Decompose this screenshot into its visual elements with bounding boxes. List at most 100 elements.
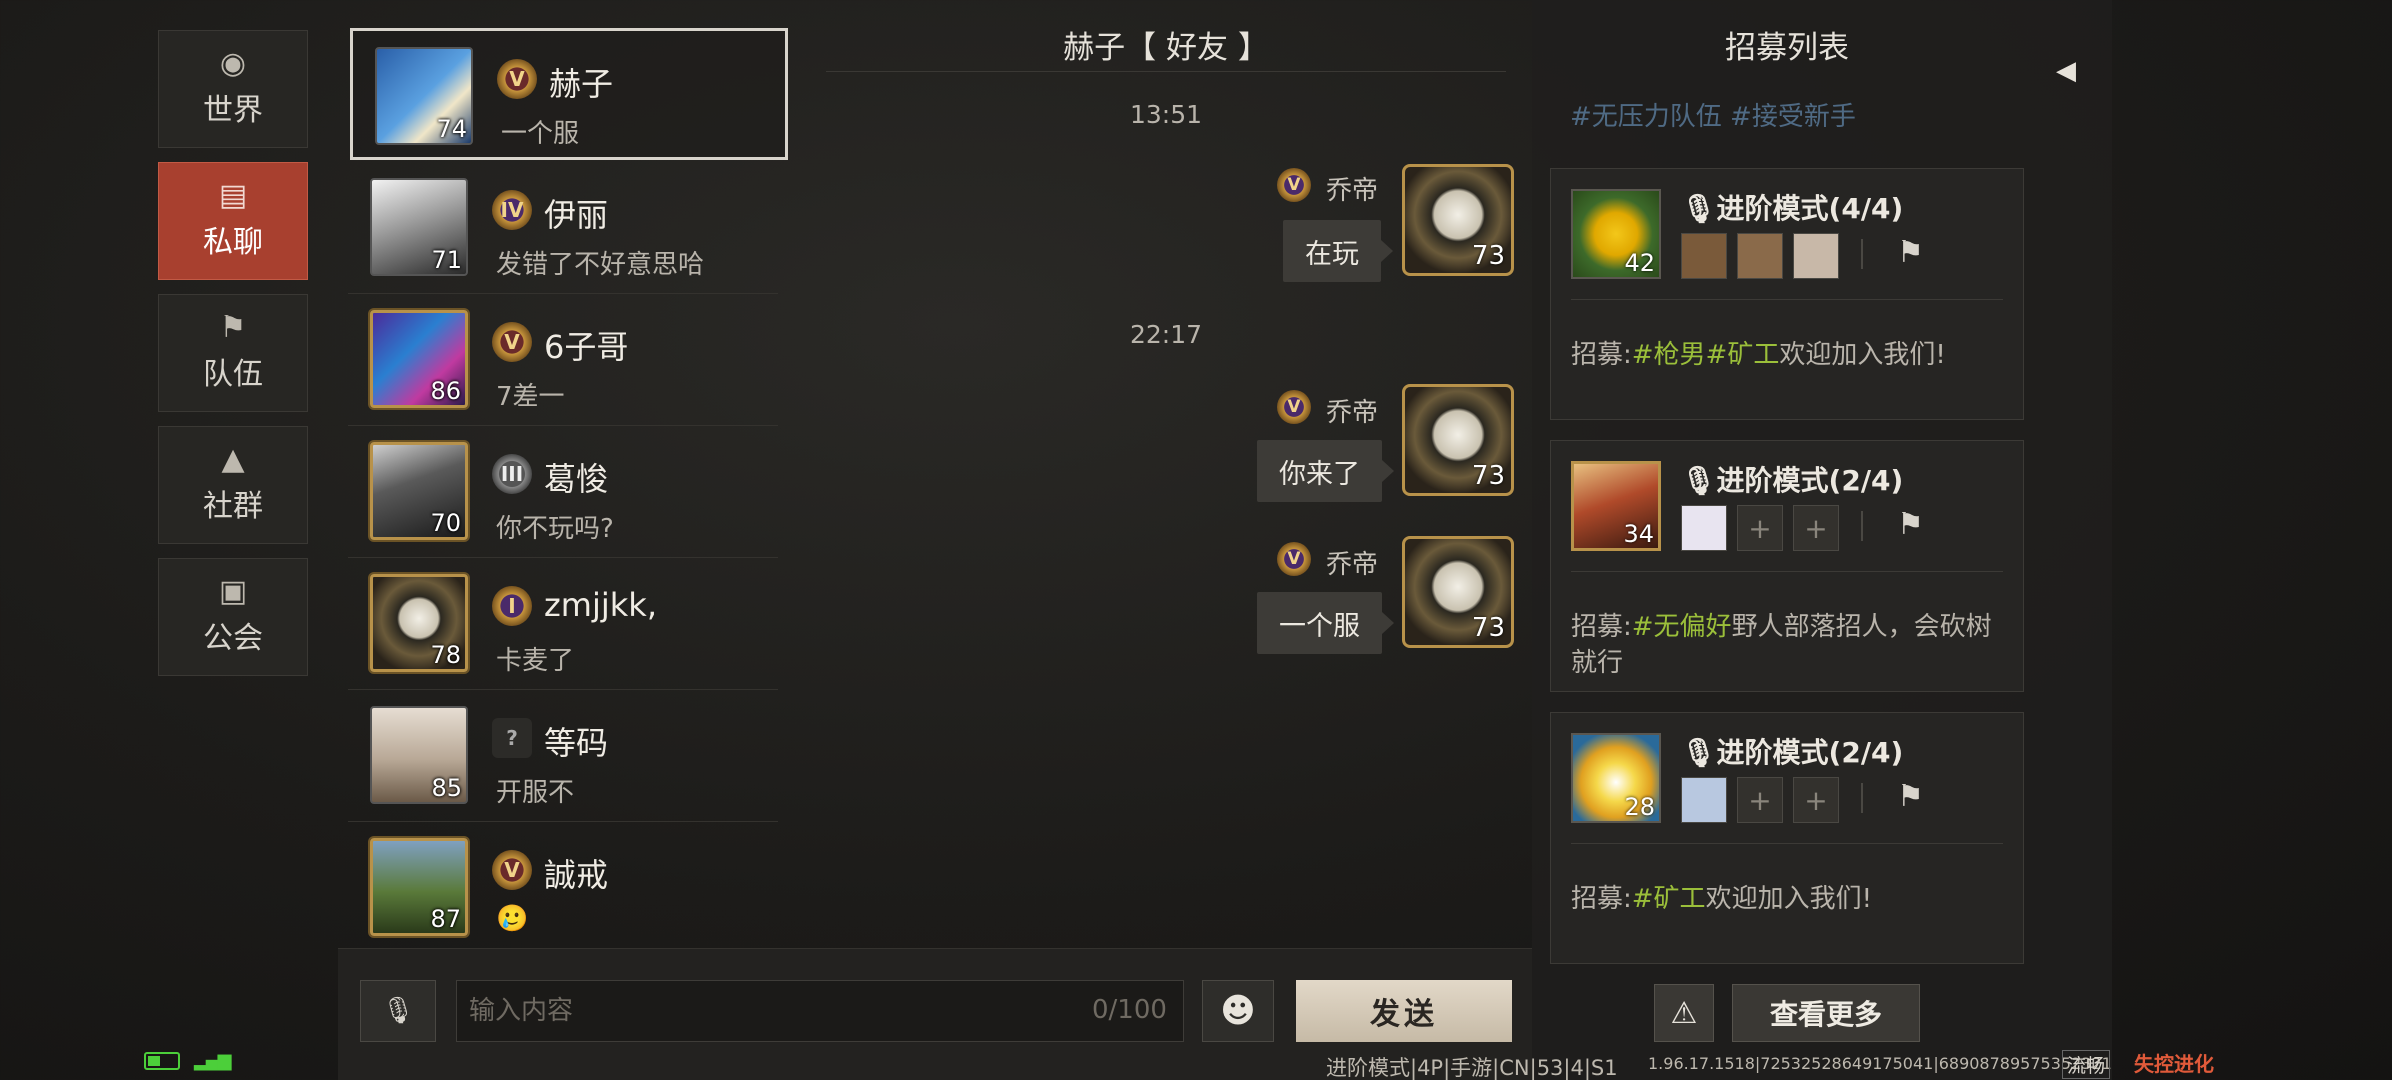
message-bubble[interactable]: 在玩 (1283, 220, 1393, 282)
avatar: 85 (370, 706, 468, 804)
message-bubble[interactable]: 你来了 (1257, 440, 1394, 502)
mic-icon: 🎙 (1681, 464, 1717, 497)
battery-icon (144, 1052, 180, 1070)
sender-rank-badge: V (1277, 542, 1311, 576)
campfire-icon: ▲ (221, 442, 245, 477)
recruit-mode: 🎙进阶模式(4/4) (1681, 187, 1903, 227)
rank-badge: I (492, 586, 532, 626)
contact-item[interactable]: 87 V 誠戒 🥲 (348, 822, 778, 954)
mic-icon: 🎙 (1681, 736, 1717, 769)
level-badge: 85 (431, 774, 462, 802)
emoji-button[interactable]: ☻ (1202, 980, 1274, 1042)
contact-last-message: 7差一 (496, 382, 565, 412)
report-button[interactable]: ⚠ (1654, 984, 1714, 1042)
contact-name: 等码 (544, 724, 609, 762)
nav-label: 私聊 (203, 225, 263, 260)
level-badge: 73 (1471, 613, 1505, 643)
avatar[interactable]: 73 (1402, 536, 1514, 648)
avatar: 70 (370, 442, 468, 540)
desc-prefix: 招募: (1571, 884, 1632, 914)
view-more-button[interactable]: 查看更多 (1732, 984, 1920, 1042)
contact-name: 誠戒 (544, 856, 609, 894)
leader-avatar: 34 (1571, 461, 1661, 551)
sender-rank-badge: V (1277, 168, 1311, 202)
desc-prefix: 招募: (1571, 340, 1632, 370)
member-slot (1681, 233, 1727, 279)
nav-label: 队伍 (203, 357, 263, 392)
member-slot (1681, 777, 1727, 823)
recruit-mode-label: 进阶模式(2/4) (1716, 736, 1904, 769)
level-badge: 73 (1471, 461, 1505, 491)
level-badge: 87 (430, 905, 461, 933)
nav-item-community[interactable]: ▲ 社群 (158, 426, 308, 544)
sender-name: 乔帝 (1326, 550, 1379, 580)
nav-item-private-chat[interactable]: ▤ 私聊 (158, 162, 308, 280)
char-counter: 0/100 (1092, 995, 1167, 1025)
recruit-description: 招募:#枪男#矿工欢迎加入我们! (1571, 337, 2001, 373)
empty-slot: + (1737, 505, 1783, 551)
rank-badge: V (497, 59, 537, 99)
avatar: 74 (375, 47, 473, 145)
rank-badge: IV (492, 190, 532, 230)
flag-icon: ⚑ (219, 310, 247, 345)
contact-name: 伊丽 (544, 196, 609, 234)
recruit-card[interactable]: 34 🎙进阶模式(2/4) + + ⚑ 招募:#无偏好野人部落招人，会砍树就行 (1550, 440, 2024, 692)
divider (1861, 239, 1863, 269)
level-badge: 70 (430, 509, 461, 537)
flag-plus-icon: ⚑ (1897, 779, 1924, 814)
join-team-button[interactable]: ⚑ (1897, 235, 1924, 270)
contact-item[interactable]: 71 IV 伊丽 发错了不好意思哈 (348, 162, 778, 294)
level-badge: 73 (1471, 241, 1505, 271)
avatar[interactable]: 73 (1402, 164, 1514, 276)
join-team-button[interactable]: ⚑ (1897, 507, 1924, 542)
contact-item[interactable]: 85 ? 等码 开服不 (348, 690, 778, 822)
contact-item[interactable]: 78 I zmjjkk, 卡麦了 (348, 558, 778, 690)
member-slot (1793, 233, 1839, 279)
nav-item-world[interactable]: ◉ 世界 (158, 30, 308, 148)
recruit-mode: 🎙进阶模式(2/4) (1681, 731, 1903, 771)
card-separator (1571, 571, 2003, 572)
desc-tags: #无偏好 (1631, 612, 1732, 642)
member-slot (1681, 505, 1727, 551)
desc-tags: #矿工 (1631, 884, 1706, 914)
contact-item[interactable]: 74 V 赫子 一个服 (350, 28, 788, 160)
nav-label: 世界 (203, 93, 263, 128)
rank-badge: V (492, 850, 532, 890)
nav-label: 社群 (203, 489, 263, 524)
chevron-left-icon: ◀ (2056, 56, 2076, 86)
recruit-description: 招募:#无偏好野人部落招人，会砍树就行 (1571, 609, 2001, 681)
recruit-card[interactable]: 28 🎙进阶模式(2/4) + + ⚑ 招募:#矿工欢迎加入我们! (1550, 712, 2024, 964)
nav-item-guild[interactable]: ▣ 公会 (158, 558, 308, 676)
collapse-panel-button[interactable]: ◀ (2056, 56, 2076, 86)
contact-last-message: 你不玩吗? (496, 514, 614, 544)
desc-prefix: 招募: (1571, 612, 1632, 642)
divider (1861, 783, 1863, 813)
rank-badge: ? (492, 718, 532, 758)
message-input[interactable] (456, 980, 1184, 1042)
message-bubble[interactable]: 一个服 (1257, 592, 1394, 654)
chat-bubbles-icon: ▤ (218, 178, 248, 213)
avatar: 87 (370, 838, 468, 936)
guild-banner-icon: ▣ (218, 574, 248, 609)
join-team-button[interactable]: ⚑ (1897, 779, 1924, 814)
card-separator (1571, 299, 2003, 300)
contact-item[interactable]: 70 III 葛悛 你不玩吗? (348, 426, 778, 558)
flag-plus-icon: ⚑ (1897, 507, 1924, 542)
signal-icon: ▂▄▆ (194, 1050, 232, 1071)
voice-translate-button[interactable]: 🎙 (360, 980, 436, 1042)
recruit-card[interactable]: 42 🎙进阶模式(4/4) ⚑ 招募:#枪男#矿工欢迎加入我们! (1550, 168, 2024, 420)
contact-list[interactable]: 74 V 赫子 一个服 71 IV 伊丽 发错了不好意思哈 86 V 6子哥 7… (340, 20, 790, 950)
level-badge: 71 (431, 246, 462, 274)
empty-slot: + (1793, 505, 1839, 551)
empty-slot: + (1793, 777, 1839, 823)
network-status: 流畅 (2062, 1050, 2111, 1079)
send-button[interactable]: 发送 (1296, 980, 1512, 1042)
contact-item[interactable]: 86 V 6子哥 7差一 (348, 294, 778, 426)
rank-badge: III (492, 454, 532, 494)
avatar[interactable]: 73 (1402, 384, 1514, 496)
nav-label: 公会 (203, 621, 263, 656)
level-badge: 42 (1624, 249, 1655, 277)
nav-item-team[interactable]: ⚑ 队伍 (158, 294, 308, 412)
avatar: 71 (370, 178, 468, 276)
flag-plus-icon: ⚑ (1897, 235, 1924, 270)
